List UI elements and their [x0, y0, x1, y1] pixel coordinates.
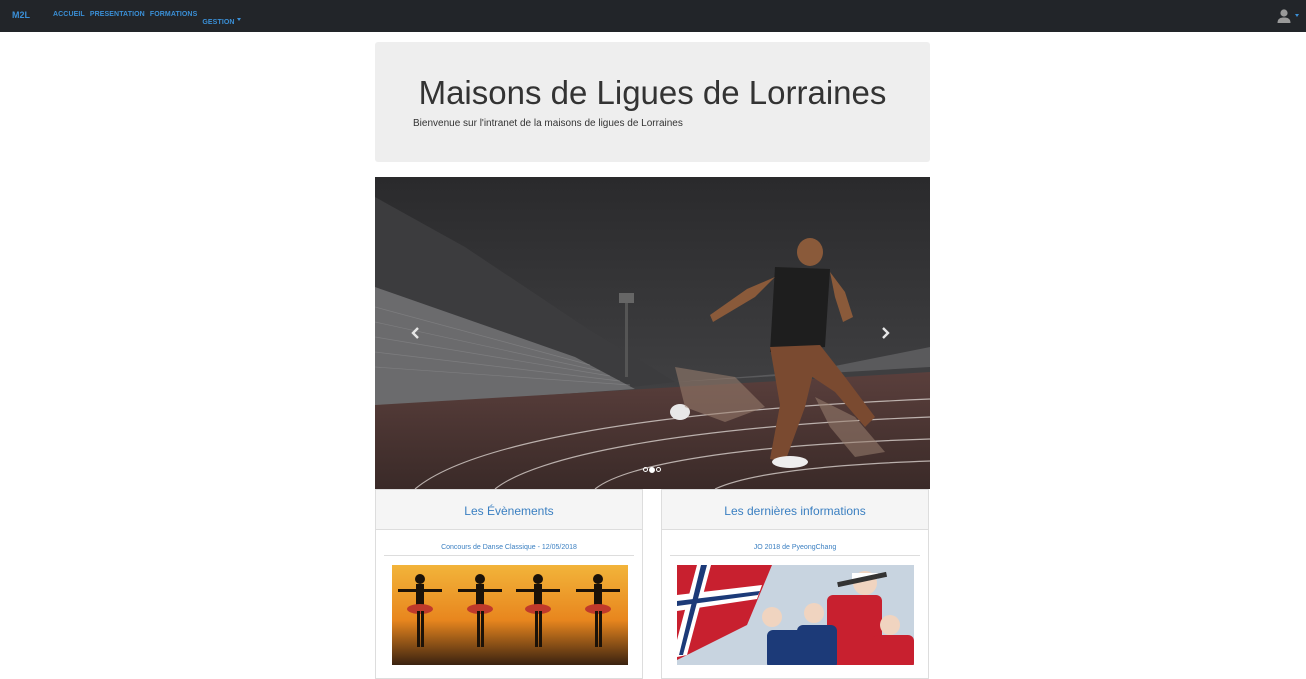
user-icon	[1277, 9, 1291, 23]
welcome-banner: Maisons de Ligues de Lorraines Bienvenue…	[375, 42, 930, 162]
nav-menu: ACCUEIL PRESENTATION FORMATIONS GESTION	[53, 11, 241, 29]
event-item-image[interactable]	[392, 565, 628, 665]
nav-link-formations[interactable]: FORMATIONS	[150, 11, 198, 29]
ballet-dancers-image	[392, 565, 628, 665]
news-panel: Les dernières informations JO 2018 de Py…	[661, 489, 929, 679]
page-title: Maisons de Ligues de Lorraines	[418, 74, 887, 111]
welcome-subtitle: Bienvenue sur l'intranet de la maisons d…	[413, 118, 683, 129]
nav-link-accueil[interactable]: ACCUEIL	[53, 11, 85, 29]
chevron-right-icon	[882, 327, 890, 339]
news-item-image[interactable]	[677, 565, 914, 665]
top-navbar: M2L ACCUEIL PRESENTATION FORMATIONS GEST…	[0, 0, 1306, 32]
chevron-left-icon	[411, 327, 419, 339]
user-menu-button[interactable]	[1276, 8, 1302, 24]
carousel-indicator-2[interactable]	[649, 466, 655, 473]
olympics-athletes-image	[677, 565, 914, 665]
nav-link-presentation[interactable]: PRESENTATION	[90, 11, 145, 29]
events-panel: Les Évènements Concours de Danse Classiq…	[375, 489, 643, 679]
event-item-title[interactable]: Concours de Danse Classique - 12/05/2018	[384, 544, 634, 556]
nav-link-gestion[interactable]: GESTION	[202, 19, 234, 26]
user-caret-icon	[1295, 14, 1299, 17]
carousel-indicators	[643, 466, 661, 473]
events-panel-heading: Les Évènements	[376, 490, 642, 530]
carousel-indicator-3[interactable]	[656, 467, 661, 472]
carousel-prev-button[interactable]	[409, 325, 423, 341]
news-item-title[interactable]: JO 2018 de PyeongChang	[670, 544, 920, 556]
chevron-down-icon	[236, 18, 241, 22]
hero-carousel[interactable]	[375, 177, 930, 489]
carousel-slide-image	[375, 177, 930, 489]
brand-logo[interactable]: M2L	[12, 10, 30, 20]
news-panel-heading: Les dernières informations	[662, 490, 928, 530]
nav-dropdown-gestion[interactable]: GESTION	[202, 11, 241, 29]
carousel-next-button[interactable]	[878, 325, 892, 341]
carousel-indicator-1[interactable]	[643, 467, 648, 472]
